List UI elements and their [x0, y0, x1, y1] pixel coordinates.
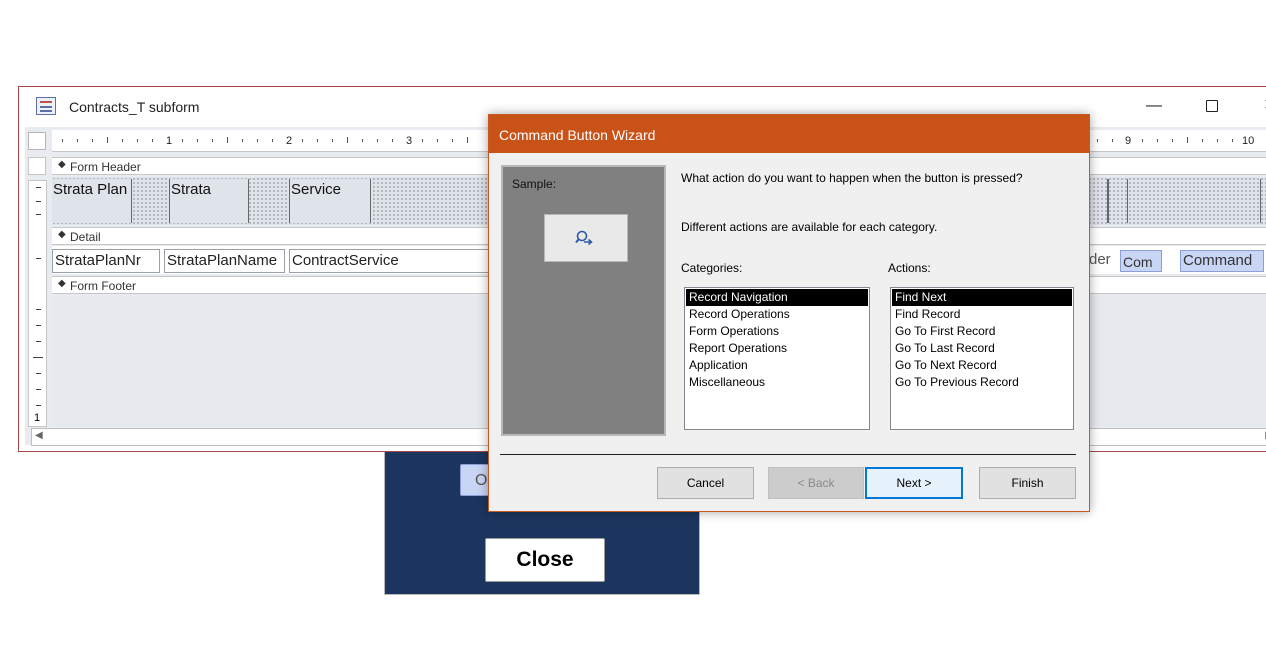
next-button[interactable]: Next >	[865, 467, 963, 499]
category-item[interactable]: Record Navigation	[686, 289, 868, 306]
vertical-ruler-number: 1	[34, 412, 41, 424]
form-header-label: Form Header	[70, 160, 141, 174]
com-button-control[interactable]: Com	[1120, 250, 1162, 272]
ruler-number: 3	[406, 135, 413, 147]
header-section-selector[interactable]	[28, 157, 46, 175]
ruler-number: 1	[166, 135, 173, 147]
category-item[interactable]: Report Operations	[686, 340, 868, 357]
section-arrow-icon: ◆	[58, 159, 66, 170]
header-label-service[interactable]: Service	[289, 179, 371, 223]
categories-label-text: Categories:	[681, 261, 743, 275]
header-label-strata[interactable]: Strata	[169, 179, 249, 223]
wizard-question: What action do you want to happen when t…	[681, 171, 1023, 185]
minimize-icon[interactable]: —	[1139, 93, 1169, 119]
action-item[interactable]: Go To Previous Record	[892, 374, 1072, 391]
action-item[interactable]: Find Record	[892, 306, 1072, 323]
field-strataplannr[interactable]: StrataPlanNr	[52, 249, 160, 273]
section-arrow-icon: ◆	[58, 278, 66, 289]
command-button-wizard-dialog: Command Button Wizard Sample: What actio…	[488, 114, 1090, 512]
form-selector[interactable]	[28, 132, 46, 150]
sample-button-preview	[544, 214, 628, 262]
wizard-title: Command Button Wizard	[499, 127, 656, 143]
wizard-hint: Different actions are available for each…	[681, 220, 938, 234]
categories-label: Categories:	[681, 261, 742, 275]
action-item[interactable]: Go To First Record	[892, 323, 1072, 340]
header-label-strata-plan[interactable]: Strata Plan	[52, 179, 132, 223]
find-next-icon	[575, 230, 593, 246]
wizard-titlebar: Command Button Wizard	[489, 115, 1089, 153]
background-close-button[interactable]: Close	[485, 538, 605, 582]
field-strataplanname[interactable]: StrataPlanName	[164, 249, 285, 273]
close-icon[interactable]: ✕	[1255, 93, 1266, 119]
command-button-control[interactable]: Command	[1180, 250, 1264, 272]
detail-label: Detail	[70, 230, 101, 244]
section-arrow-icon: ◆	[58, 229, 66, 240]
actions-listbox[interactable]: Find Next Find Record Go To First Record…	[890, 287, 1074, 430]
actions-label-text: Actions:	[888, 261, 931, 275]
sample-panel: Sample:	[501, 165, 666, 436]
wizard-separator	[500, 454, 1076, 455]
ruler-number: 2	[286, 135, 293, 147]
category-item[interactable]: Record Operations	[686, 306, 868, 323]
finish-button[interactable]: Finish	[979, 467, 1076, 499]
category-item[interactable]: Form Operations	[686, 323, 868, 340]
category-item[interactable]: Miscellaneous	[686, 374, 868, 391]
field-contractservice[interactable]: ContractService	[289, 249, 489, 273]
scroll-left-icon[interactable]: ◀	[35, 430, 43, 441]
actions-label: Actions:	[888, 261, 931, 275]
ruler-number: 9	[1125, 135, 1132, 147]
category-item[interactable]: Application	[686, 357, 868, 374]
sample-label: Sample:	[512, 177, 557, 191]
subform-title: Contracts_T subform	[69, 99, 200, 115]
vertical-ruler: 1	[28, 180, 47, 427]
back-button[interactable]: < Back	[768, 467, 864, 499]
maximize-icon[interactable]	[1197, 93, 1227, 119]
form-icon	[36, 97, 56, 115]
action-item[interactable]: Find Next	[892, 289, 1072, 306]
ruler-number: 10	[1242, 135, 1255, 147]
action-item[interactable]: Go To Last Record	[892, 340, 1072, 357]
detail-text-fragment[interactable]: der	[1087, 249, 1113, 273]
action-item[interactable]: Go To Next Record	[892, 357, 1072, 374]
form-footer-label: Form Footer	[70, 279, 137, 293]
categories-listbox[interactable]: Record Navigation Record Operations Form…	[684, 287, 870, 430]
cancel-button[interactable]: Cancel	[657, 467, 754, 499]
